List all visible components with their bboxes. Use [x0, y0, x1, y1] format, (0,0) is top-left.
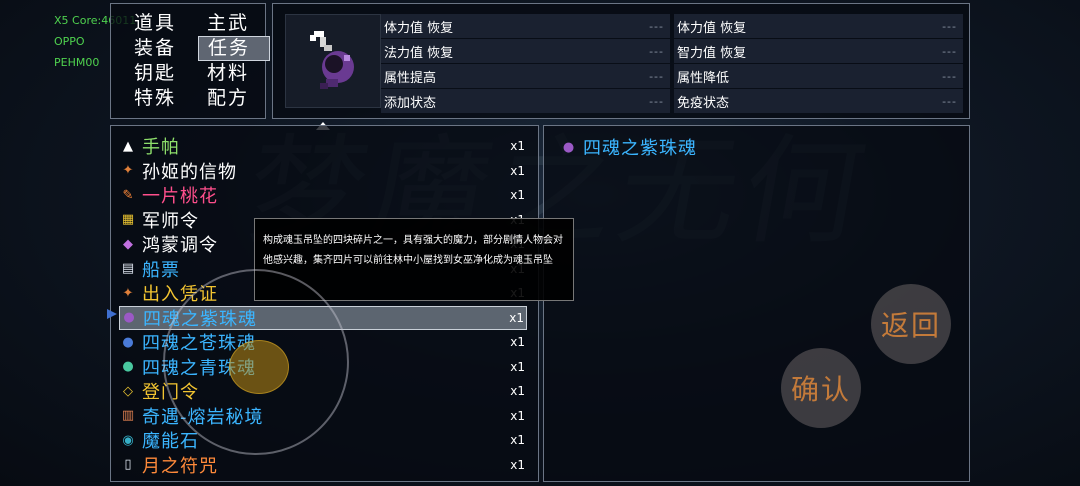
item-count: x1 — [510, 359, 525, 374]
green-pendant-icon: ● — [122, 359, 134, 374]
item-list-row[interactable]: ▲ 手帕 x1 — [119, 134, 527, 158]
back-button[interactable]: 返回 — [871, 284, 951, 364]
selection-pointer-icon — [107, 309, 117, 319]
pass-icon: ✦ — [122, 285, 134, 301]
stat-value: --- — [942, 94, 957, 108]
item-list-row[interactable]: ✎ 一片桃花 x1 — [119, 183, 527, 207]
talisman-icon: ▯ — [124, 457, 132, 472]
command-token-icon: ▦ — [121, 212, 135, 227]
item-name: 月之符咒 — [142, 455, 218, 477]
feather-token-icon: ✦ — [122, 163, 134, 178]
item-list-row[interactable]: ✦ 孙姬的信物 x1 — [119, 159, 527, 183]
item-list-row[interactable]: ▯ 月之符咒 x1 — [119, 453, 527, 477]
magic-stone-icon: ◉ — [122, 432, 134, 448]
item-count: x1 — [510, 335, 525, 349]
item-count: x1 — [510, 163, 525, 178]
virtual-joystick-knob[interactable] — [229, 340, 289, 394]
stat-row: 添加状态 --- — [381, 89, 670, 113]
item-count: x1 — [509, 310, 524, 325]
item-name: 鸿蒙调令 — [142, 235, 218, 256]
category-menu-grid: 道具 主武 装备 任务 钥匙 材料 特殊 配方 — [125, 11, 270, 111]
menu-tab-6[interactable]: 特殊 — [125, 86, 197, 111]
item-count: x1 — [510, 433, 525, 447]
item-name: 手帕 — [142, 137, 180, 158]
stat-value: --- — [942, 69, 957, 83]
crystal-icon: ◆ — [123, 236, 133, 252]
item-count: x1 — [510, 384, 525, 398]
menu-tab-5[interactable]: 材料 — [198, 61, 270, 86]
item-name: 孙姬的信物 — [142, 161, 237, 183]
item-name: 船票 — [142, 259, 180, 281]
stat-value: --- — [942, 19, 957, 33]
stat-label: 属性提高 — [384, 70, 437, 86]
item-stats-panel: 体力值 恢复 --- 体力值 恢复 --- 法力值 恢复 --- 智力值 恢复 --- 属性提高… — [272, 3, 970, 119]
stat-row: 法力值 恢复 --- — [381, 39, 670, 63]
detail-item-name: 四魂之紫珠魂 — [583, 138, 697, 159]
stat-value: --- — [942, 44, 957, 58]
item-count: x1 — [510, 188, 525, 202]
item-name: 军师令 — [142, 210, 199, 232]
menu-tab-7[interactable]: 配方 — [198, 86, 270, 111]
ticket-icon: ▤ — [121, 261, 135, 276]
stat-value: --- — [649, 94, 664, 108]
purple-pendant-icon: ● — [123, 310, 135, 325]
item-count: x1 — [510, 139, 525, 153]
stat-row: 免疫状态 --- — [674, 89, 963, 113]
item-list-row[interactable]: ◉ 魔能石 x1 — [119, 428, 527, 452]
item-count: x1 — [510, 408, 525, 423]
stat-value: --- — [649, 19, 664, 33]
stat-label: 添加状态 — [384, 95, 437, 111]
category-menu-panel: 道具 主武 装备 任务 钥匙 材料 特殊 配方 — [110, 3, 270, 119]
detail-item-title: ● 四魂之紫珠魂 — [560, 134, 697, 160]
stat-label: 智力值 恢复 — [677, 45, 747, 61]
stat-value: --- — [649, 69, 664, 83]
scroll-map-icon: ▥ — [121, 408, 135, 423]
stat-row: 体力值 恢复 --- — [381, 14, 670, 38]
stat-row: 智力值 恢复 --- — [674, 39, 963, 63]
stats-grid: 体力值 恢复 --- 体力值 恢复 --- 法力值 恢复 --- 智力值 恢复 --- 属性提高… — [381, 14, 963, 113]
tooltip-text: 构成魂玉吊坠的四块碎片之一，具有强大的魔力，部分剧情人物会对他感兴趣，集齐四片可… — [263, 235, 563, 266]
purple-pendant-icon: ● — [562, 139, 576, 155]
gate-token-icon: ◇ — [123, 383, 133, 399]
peach-blossom-icon: ✎ — [122, 187, 134, 203]
menu-tab-0[interactable]: 道具 — [125, 11, 197, 36]
menu-tab-4[interactable]: 钥匙 — [125, 61, 197, 86]
menu-tab-2[interactable]: 装备 — [125, 36, 197, 61]
item-name: 魔能石 — [142, 431, 199, 452]
stat-row: 体力值 恢复 --- — [674, 14, 963, 38]
blue-pendant-icon: ● — [122, 334, 134, 350]
stat-label: 体力值 恢复 — [677, 20, 747, 36]
stat-label: 免疫状态 — [677, 95, 730, 111]
menu-tab-3[interactable]: 任务 — [198, 36, 270, 61]
purple-pendant-icon — [310, 31, 354, 89]
stat-row: 属性降低 --- — [674, 64, 963, 88]
stat-value: --- — [649, 44, 664, 58]
item-name: 一片桃花 — [142, 186, 218, 207]
item-preview-box — [285, 14, 381, 108]
stat-label: 属性降低 — [677, 70, 730, 86]
confirm-button[interactable]: 确认 — [781, 348, 861, 428]
stat-label: 法力值 恢复 — [384, 45, 454, 61]
item-count: x1 — [510, 457, 525, 472]
stat-label: 体力值 恢复 — [384, 20, 454, 36]
handkerchief-icon: ▲ — [123, 138, 133, 154]
stat-row: 属性提高 --- — [381, 64, 670, 88]
menu-tab-1[interactable]: 主武 — [198, 11, 270, 36]
